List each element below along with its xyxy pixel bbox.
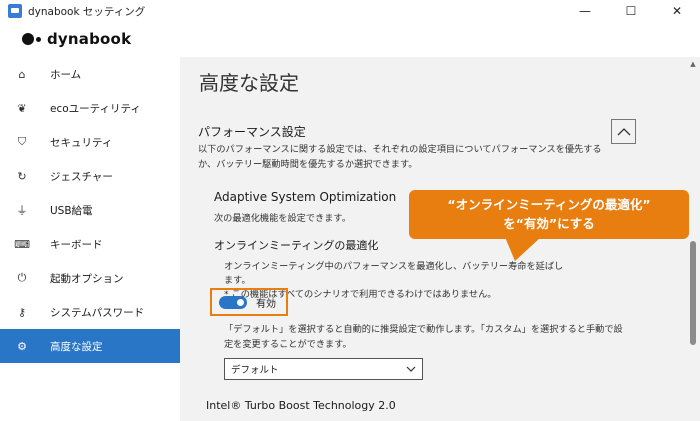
- eco-icon: ❦: [17, 101, 27, 115]
- collapse-button[interactable]: [611, 119, 636, 144]
- toggle-knob: [237, 299, 244, 306]
- brand-name: dynabook: [47, 30, 132, 48]
- sidebar-item-eco[interactable]: ❦ ecoユーティリティ: [0, 91, 180, 125]
- sidebar-item-label: キーボード: [50, 238, 103, 251]
- maximize-button[interactable]: ☐: [608, 0, 654, 22]
- aso-title: Adaptive System Optimization: [214, 190, 397, 204]
- online-meeting-title: オンラインミーティングの最適化: [214, 239, 379, 252]
- sidebar-item-home[interactable]: ⌂ ホーム: [0, 57, 180, 91]
- aso-description: 次の最適化機能を設定できます。: [214, 213, 351, 224]
- online-meeting-description-line1: オンラインミーティング中のパフォーマンスを最適化し、バッテリー寿命を延ばします。: [224, 261, 564, 286]
- online-meeting-toggle[interactable]: [219, 296, 247, 309]
- key-icon: ⚷: [17, 305, 27, 319]
- sidebar-item-system-password[interactable]: ⚷ システムパスワード: [0, 295, 180, 329]
- mode-select-value: デフォルト: [231, 365, 279, 376]
- turbo-boost-title: Intel® Turbo Boost Technology 2.0: [206, 399, 396, 412]
- performance-section-title: パフォーマンス設定: [198, 125, 306, 139]
- toggle-highlight: 有効: [210, 288, 288, 316]
- sidebar-item-label: システムパスワード: [50, 306, 145, 319]
- callout-line2: を“有効”にする: [503, 216, 595, 231]
- gear-icon: ⚙: [17, 339, 27, 353]
- mode-description: 「デフォルト」を選択すると自動的に推奨設定で動作します。「カスタム」を選択すると…: [224, 324, 623, 350]
- sidebar-item-label: 起動オプション: [50, 272, 124, 285]
- toggle-label: 有効: [256, 299, 276, 310]
- sidebar-item-boot-options[interactable]: ⏻ 起動オプション: [0, 261, 180, 295]
- sidebar-item-label: セキュリティ: [50, 136, 113, 149]
- sidebar-item-usb-power[interactable]: ⏚ USB給電: [0, 193, 180, 227]
- title-bar: dynabook セッティング — ☐ ✕: [0, 0, 700, 22]
- performance-section-description: 以下のパフォーマンスに関する設定では、それぞれの設定項目についてパフォーマンスを…: [198, 144, 602, 170]
- keyboard-icon: ⌨: [14, 237, 30, 251]
- main-panel: 高度な設定 パフォーマンス設定 以下のパフォーマンスに関する設定では、それぞれの…: [180, 57, 700, 421]
- usb-icon: ⏚: [16, 204, 28, 217]
- scroll-thumb[interactable]: [690, 241, 696, 345]
- home-icon: ⌂: [18, 67, 26, 81]
- sidebar: ⌂ ホーム ❦ ecoユーティリティ ⛉ セキュリティ ↻ ジェスチャー ⏚ U…: [0, 57, 180, 421]
- page-title: 高度な設定: [199, 71, 299, 95]
- gesture-icon: ↻: [17, 169, 27, 183]
- brand-logo: dynabook: [22, 30, 131, 48]
- window-title: dynabook セッティング: [28, 5, 146, 18]
- sidebar-item-label: ecoユーティリティ: [50, 102, 141, 115]
- window-controls: — ☐ ✕: [562, 0, 700, 22]
- sidebar-item-advanced-settings[interactable]: ⚙ 高度な設定: [0, 329, 180, 363]
- sidebar-item-security[interactable]: ⛉ セキュリティ: [0, 125, 180, 159]
- sidebar-item-label: ホーム: [50, 68, 82, 81]
- sidebar-item-keyboard[interactable]: ⌨ キーボード: [0, 227, 180, 261]
- sidebar-item-gesture[interactable]: ↻ ジェスチャー: [0, 159, 180, 193]
- callout-line1: “オンラインミーティングの最適化”: [447, 197, 651, 212]
- chevron-down-icon: [406, 366, 416, 372]
- sidebar-item-label: USB給電: [50, 204, 93, 217]
- dynabook-logo-icon: [22, 33, 41, 45]
- annotation-callout: “オンラインミーティングの最適化” を“有効”にする: [409, 190, 689, 239]
- scroll-up-icon[interactable]: ▲: [686, 57, 700, 71]
- chevron-up-icon: [617, 127, 630, 135]
- power-icon: ⏻: [17, 271, 27, 284]
- shield-icon: ⛉: [17, 135, 27, 148]
- sidebar-item-label: ジェスチャー: [50, 170, 113, 183]
- sidebar-item-label: 高度な設定: [50, 340, 103, 353]
- mode-select[interactable]: デフォルト: [224, 358, 423, 380]
- app-icon: [8, 4, 22, 18]
- scrollbar[interactable]: ▲: [686, 57, 700, 421]
- close-button[interactable]: ✕: [654, 0, 700, 22]
- minimize-button[interactable]: —: [562, 0, 608, 22]
- callout-pointer: [505, 237, 541, 261]
